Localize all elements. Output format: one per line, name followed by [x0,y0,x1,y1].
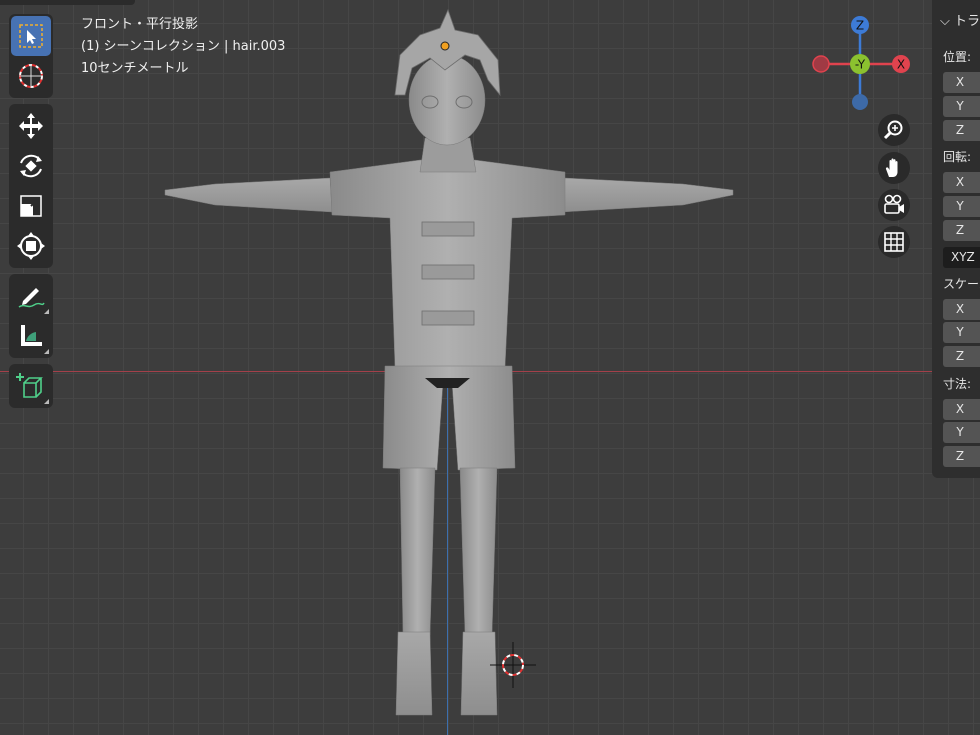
location-x-field[interactable]: X [943,72,980,93]
collection-info: (1) シーンコレクション | hair.003 [81,39,286,54]
move-icon [19,113,43,139]
view-name: フロント・平行投影 [81,17,199,32]
camera-view-button[interactable] [878,189,910,221]
scale-label: スケール: [943,277,980,291]
measure-tool[interactable] [11,316,51,356]
scale-tool[interactable] [11,186,51,226]
ortho-toggle-button[interactable] [878,226,910,258]
transform-icon [17,232,45,260]
rotation-x-field[interactable]: X [943,172,980,193]
sidebar-transform-panel: ⌵ トランスフォーム 位置: X Y Z 回転: X Y Z XYZ スケール:… [932,0,980,478]
scale-x-field[interactable]: X [943,299,980,320]
scale-z-field[interactable]: Z [943,346,980,367]
select-box-tool[interactable] [11,16,51,56]
navigation-gizmo[interactable]: Z X -Y [805,12,915,117]
location-z-field[interactable]: Z [943,120,980,141]
hand-icon [885,158,898,177]
viewport-overlay-info: フロント・平行投影 (1) シーンコレクション | hair.003 10センチ… [81,14,285,80]
cursor-tool[interactable] [11,56,51,96]
rotation-label: 回転: [943,150,972,164]
pan-button[interactable] [878,152,910,184]
legs [395,467,498,716]
camera-icon [884,194,904,214]
dimensions-x-field[interactable]: X [943,399,980,420]
torso [329,159,566,369]
gizmo-neg-z-axis[interactable] [852,94,868,110]
rotation-mode-dropdown[interactable]: XYZ [943,247,980,268]
gizmo-y-label: -Y [855,58,866,72]
location-label: 位置: [943,50,972,64]
header-strip [0,0,135,5]
measure-icon [21,325,42,346]
cursor-icon [19,64,43,88]
transform-tool[interactable] [11,226,51,266]
location-y-field[interactable]: Y [943,96,980,117]
gizmo-x-label: X [897,58,905,72]
rotation-z-field[interactable]: Z [943,220,980,241]
move-tool[interactable] [11,106,51,146]
3d-cursor[interactable] [490,642,536,688]
add-cube-tool[interactable] [11,366,51,406]
dimensions-label: 寸法: [943,377,972,391]
gizmo-neg-x-axis[interactable] [812,55,830,73]
dimensions-y-field[interactable]: Y [943,422,980,443]
dimensions-z-field[interactable]: Z [943,446,980,467]
grid-scale: 10センチメートル [81,61,189,76]
select-box-icon [19,24,43,48]
tool-shelf [9,14,59,414]
chevron-down-icon: ⌵ [940,14,950,29]
annotate-icon [18,288,45,308]
zoom-icon [883,120,903,140]
annotate-tool[interactable] [11,276,51,316]
rotate-tool[interactable] [11,146,51,186]
rotate-icon [20,154,42,178]
add-cube-icon [16,373,43,398]
transform-panel-header[interactable]: ⌵ トランスフォーム [940,10,980,29]
scale-icon [20,195,42,217]
zoom-button[interactable] [878,114,910,146]
object-origin [440,41,450,51]
gizmo-z-label: Z [856,19,864,33]
rotation-y-field[interactable]: Y [943,196,980,217]
scale-y-field[interactable]: Y [943,322,980,343]
grid-icon [884,232,904,252]
